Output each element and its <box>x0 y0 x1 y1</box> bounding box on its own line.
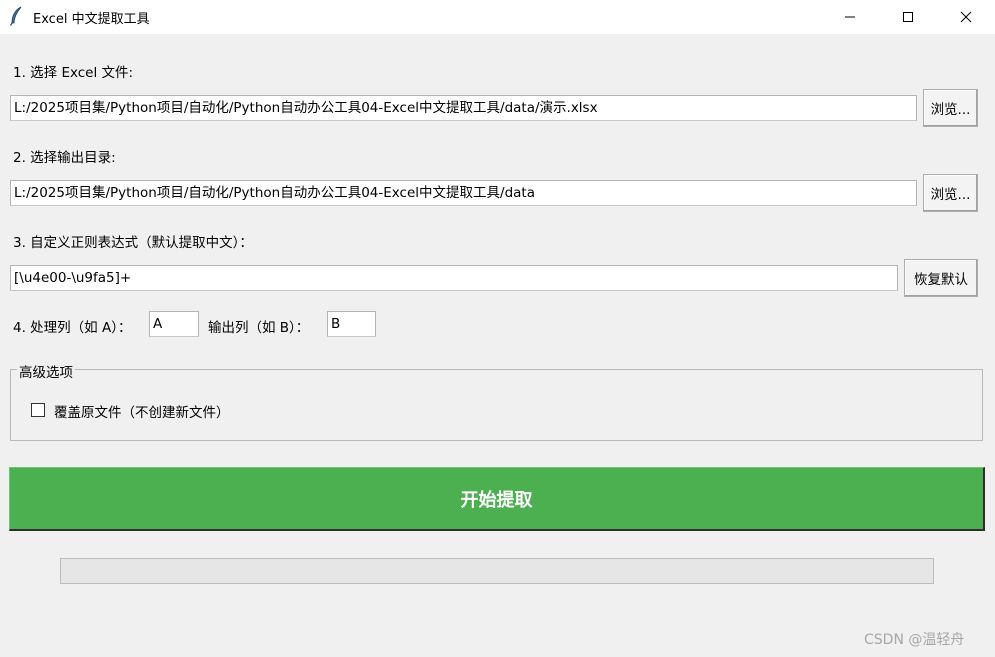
output-column-input[interactable]: B <box>327 311 376 337</box>
close-button[interactable] <box>937 0 995 34</box>
output-dir-input[interactable]: L:/2025项目集/Python项目/自动化/Python自动办公工具04-E… <box>10 180 917 206</box>
feather-icon <box>8 6 26 26</box>
output-dir-label: 2. 选择输出目录: <box>13 150 116 166</box>
minimize-icon <box>844 11 856 23</box>
browse-excel-button[interactable]: 浏览... <box>923 89 978 127</box>
browse-output-button[interactable]: 浏览... <box>923 174 978 212</box>
regex-label: 3. 自定义正则表达式（默认提取中文）： <box>13 235 253 251</box>
minimize-button[interactable] <box>821 0 879 34</box>
window-title: Excel 中文提取工具 <box>33 12 150 27</box>
regex-input[interactable]: [\u4e00-\u9fa5]+ <box>10 265 898 291</box>
excel-file-input[interactable]: L:/2025项目集/Python项目/自动化/Python自动办公工具04-E… <box>10 95 917 121</box>
process-column-input[interactable]: A <box>149 311 199 337</box>
restore-default-button[interactable]: 恢复默认 <box>904 259 978 297</box>
progress-bar <box>60 558 934 584</box>
overwrite-checkbox[interactable] <box>31 403 45 417</box>
maximize-button[interactable] <box>879 0 937 34</box>
title-bar: Excel 中文提取工具 <box>0 0 995 34</box>
overwrite-checkbox-label[interactable]: 覆盖原文件（不创建新文件） <box>54 401 230 421</box>
excel-file-label: 1. 选择 Excel 文件: <box>13 65 134 81</box>
close-icon <box>960 11 972 23</box>
maximize-icon <box>902 11 914 23</box>
output-column-label: 输出列（如 B）： <box>208 320 310 336</box>
advanced-options-title: 高级选项 <box>17 361 75 381</box>
watermark: CSDN @温轻舟 <box>864 632 965 648</box>
start-extract-button[interactable]: 开始提取 <box>9 467 985 531</box>
process-column-label: 4. 处理列（如 A）： <box>13 320 132 336</box>
